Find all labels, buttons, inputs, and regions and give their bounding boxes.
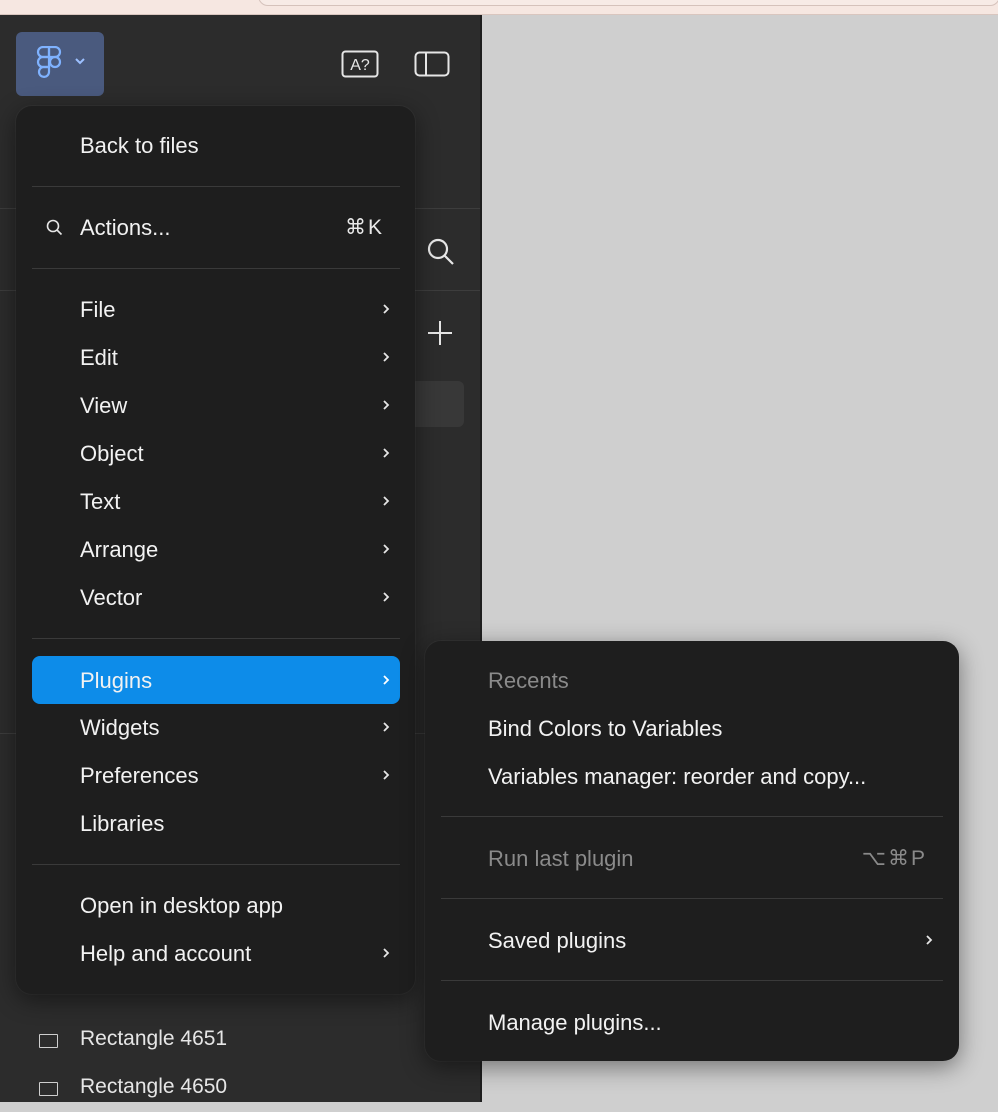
menu-item-label: Plugins — [80, 668, 153, 693]
chevron-right-icon — [383, 770, 390, 780]
main-menu: Back to files Actions... ⌘K File Edit Vi… — [16, 106, 415, 994]
layer-row[interactable]: Rectangle 4650 — [0, 1064, 480, 1112]
chevron-right-icon — [926, 935, 933, 945]
menu-item-edit[interactable]: Edit — [32, 333, 400, 381]
shortcut-label: ⌘K — [344, 216, 384, 239]
add-page-icon[interactable] — [426, 319, 454, 347]
menu-item-label: Libraries — [80, 811, 165, 836]
menu-separator — [32, 186, 400, 187]
menu-item-label: Back to files — [80, 133, 199, 158]
menu-separator — [441, 898, 943, 899]
shortcut-label: ⌥⌘P — [861, 847, 927, 870]
layer-label: Rectangle 4650 — [80, 1075, 228, 1098]
chevron-down-icon — [75, 58, 85, 65]
ai-text-icon[interactable]: A? — [341, 50, 379, 78]
actions-item[interactable]: Actions... ⌘K — [32, 203, 400, 251]
menu-separator — [441, 980, 943, 981]
saved-plugins-item[interactable]: Saved plugins — [441, 916, 943, 964]
menu-item-label: Help and account — [80, 941, 252, 966]
back-to-files-item[interactable]: Back to files — [32, 121, 400, 169]
svg-text:A?: A? — [350, 57, 370, 74]
run-last-plugin-item: Run last plugin ⌥⌘P — [441, 834, 943, 882]
layer-row[interactable]: Rectangle 4651 — [0, 1016, 480, 1064]
menu-item-plugins[interactable]: Plugins — [32, 656, 400, 704]
menu-item-file[interactable]: File — [32, 285, 400, 333]
chevron-right-icon — [383, 722, 390, 732]
menu-item-help[interactable]: Help and account — [32, 929, 400, 977]
chevron-right-icon — [383, 400, 390, 410]
menu-item-preferences[interactable]: Preferences — [32, 751, 400, 799]
menu-item-label: Text — [80, 489, 121, 514]
menu-item-label: Bind Colors to Variables — [488, 716, 723, 741]
menu-item-label: Run last plugin — [488, 846, 634, 871]
menu-item-label: Edit — [80, 345, 118, 370]
plugins-submenu: Recents Bind Colors to Variables Variabl… — [425, 641, 959, 1061]
chevron-right-icon — [383, 352, 390, 362]
search-icon — [46, 219, 63, 236]
sidebar-page-tab[interactable] — [410, 381, 464, 427]
menu-separator — [32, 638, 400, 639]
menu-item-widgets[interactable]: Widgets — [32, 703, 400, 751]
sidebar-toggle-icon[interactable] — [414, 51, 450, 77]
menu-item-object[interactable]: Object — [32, 429, 400, 477]
menu-item-open-desktop[interactable]: Open in desktop app — [32, 881, 400, 929]
menu-item-libraries[interactable]: Libraries — [32, 799, 400, 847]
browser-tab-edge — [258, 0, 998, 6]
menu-item-label: Vector — [80, 585, 143, 610]
figma-logo-icon — [36, 46, 62, 78]
menu-item-vector[interactable]: Vector — [32, 573, 400, 621]
recent-plugin-item[interactable]: Bind Colors to Variables — [441, 704, 943, 752]
chevron-right-icon — [383, 496, 390, 506]
rectangle-icon — [39, 1082, 58, 1096]
menu-item-label: Arrange — [80, 537, 159, 562]
menu-item-label: Manage plugins... — [488, 1010, 662, 1035]
menu-item-label: File — [80, 297, 116, 322]
chevron-right-icon — [383, 948, 390, 958]
recent-plugin-item[interactable]: Variables manager: reorder and copy... — [441, 752, 943, 800]
manage-plugins-item[interactable]: Manage plugins... — [441, 998, 943, 1046]
menu-item-label: Saved plugins — [488, 928, 627, 953]
chevron-right-icon — [383, 675, 390, 685]
menu-item-label: Open in desktop app — [80, 893, 284, 918]
menu-item-label: View — [80, 393, 128, 418]
browser-top-strip — [0, 0, 998, 15]
menu-separator — [32, 268, 400, 269]
menu-item-arrange[interactable]: Arrange — [32, 525, 400, 573]
menu-separator — [441, 816, 943, 817]
menu-separator — [32, 864, 400, 865]
menu-item-label: Variables manager: reorder and copy... — [488, 764, 867, 789]
rectangle-icon — [39, 1034, 58, 1048]
menu-item-view[interactable]: View — [32, 381, 400, 429]
menu-item-label: Object — [80, 441, 144, 466]
recents-heading: Recents — [441, 656, 943, 704]
main-menu-button[interactable] — [16, 32, 104, 96]
chevron-right-icon — [383, 592, 390, 602]
menu-item-label: Preferences — [80, 763, 199, 788]
chevron-right-icon — [383, 304, 390, 314]
section-heading: Recents — [488, 668, 569, 693]
menu-item-label: Actions... — [80, 215, 171, 240]
menu-item-label: Widgets — [80, 715, 160, 740]
layer-label: Rectangle 4651 — [80, 1027, 228, 1050]
menu-item-text[interactable]: Text — [32, 477, 400, 525]
search-icon[interactable] — [426, 237, 456, 267]
chevron-right-icon — [383, 544, 390, 554]
chevron-right-icon — [383, 448, 390, 458]
